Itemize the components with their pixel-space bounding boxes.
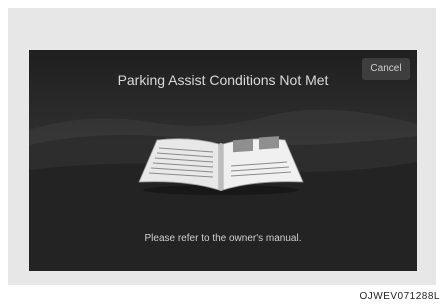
dialog-message: Please refer to the owner's manual. — [144, 233, 302, 244]
dialog-title: Parking Assist Conditions Not Met — [117, 72, 329, 88]
infotainment-screen: Parking Assist Conditions Not Met Cancel — [29, 50, 417, 271]
cancel-button[interactable]: Cancel — [362, 58, 410, 80]
figure-code: OJWEV071288L — [359, 291, 440, 302]
open-book-icon — [138, 136, 304, 195]
